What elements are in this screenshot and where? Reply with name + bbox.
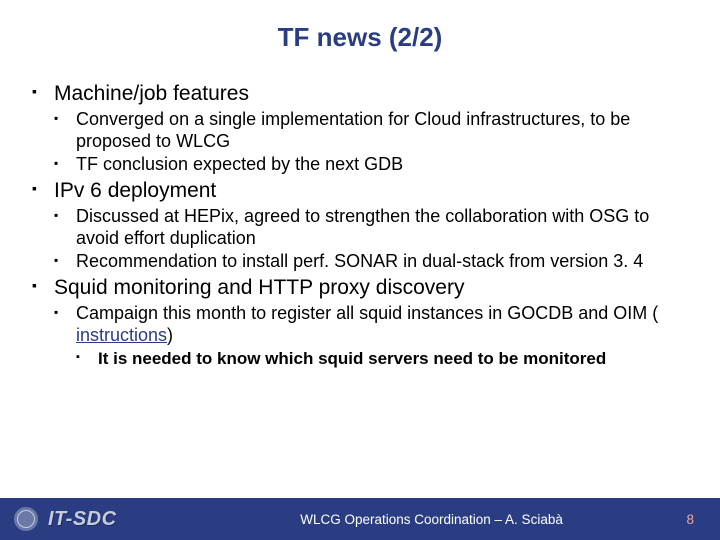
footer-center-text: WLCG Operations Coordination – A. Sciabà bbox=[177, 512, 687, 527]
slide-title: TF news (2/2) bbox=[0, 0, 720, 59]
list-item: TF conclusion expected by the next GDB bbox=[54, 154, 688, 176]
list-item: Discussed at HEPix, agreed to strengthen… bbox=[54, 206, 688, 249]
cern-logo-icon bbox=[14, 507, 38, 531]
slide: TF news (2/2) Machine/job features Conve… bbox=[0, 0, 720, 540]
list-item: Converged on a single implementation for… bbox=[54, 109, 688, 152]
list-item-text-before: Campaign this month to register all squi… bbox=[76, 303, 658, 323]
slide-content: Machine/job features Converged on a sing… bbox=[0, 59, 720, 370]
itsdc-label: IT-SDC bbox=[48, 508, 117, 531]
list-item: Campaign this month to register all squi… bbox=[54, 303, 688, 370]
list-item: It is needed to know which squid servers… bbox=[76, 349, 688, 370]
topic-machine-job: Machine/job features Converged on a sing… bbox=[32, 81, 688, 176]
topic-heading: Squid monitoring and HTTP proxy discover… bbox=[54, 276, 464, 299]
topic-ipv6: IPv 6 deployment Discussed at HEPix, agr… bbox=[32, 178, 688, 273]
list-item: Recommendation to install perf. SONAR in… bbox=[54, 251, 688, 273]
topic-heading: Machine/job features bbox=[54, 82, 249, 105]
topic-squid: Squid monitoring and HTTP proxy discover… bbox=[32, 275, 688, 370]
slide-footer: IT-SDC WLCG Operations Coordination – A.… bbox=[0, 498, 720, 540]
topic-heading: IPv 6 deployment bbox=[54, 179, 216, 202]
list-item-text-after: ) bbox=[167, 325, 173, 345]
page-number: 8 bbox=[686, 512, 694, 527]
instructions-link[interactable]: instructions bbox=[76, 325, 167, 345]
